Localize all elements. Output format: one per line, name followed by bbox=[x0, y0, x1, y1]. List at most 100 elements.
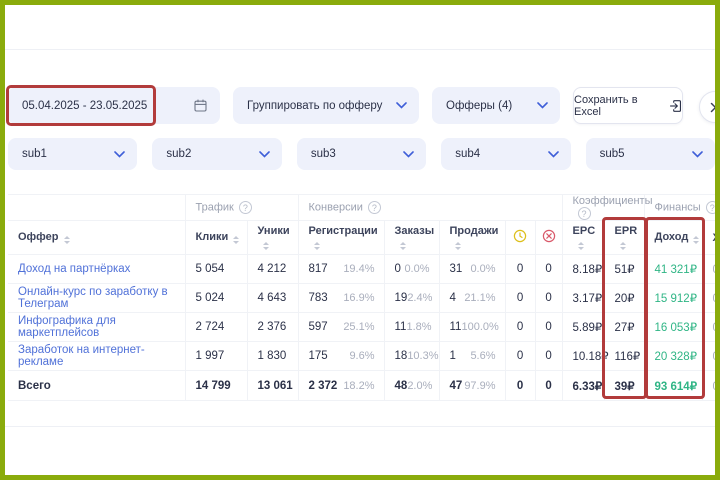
offer-link[interactable]: Доход на партнёрках bbox=[18, 263, 130, 275]
cell-epc: 8.18₽ bbox=[562, 255, 604, 284]
group-header-row: Трафик? Конверсии? Коэффициенты? Финансы… bbox=[8, 195, 720, 221]
chevron-down-icon bbox=[396, 102, 407, 109]
cancel-circle-icon bbox=[542, 229, 556, 243]
stats-table: Трафик? Конверсии? Коэффициенты? Финансы… bbox=[8, 194, 720, 401]
cell-registrations: 817 bbox=[309, 263, 328, 275]
cell-clicks: 5 054 bbox=[185, 255, 247, 284]
col-header-income[interactable]: Доход bbox=[644, 221, 702, 255]
offer-link[interactable]: Заработок на интернет-рекламе bbox=[18, 344, 145, 368]
cell-orders: 18 bbox=[395, 350, 408, 362]
cell-orders-pct: 0.0% bbox=[404, 263, 429, 275]
sub1-select[interactable]: sub1 bbox=[8, 138, 137, 170]
cell-hold: 0₽ bbox=[702, 284, 720, 313]
col-header-hold[interactable]: Холд bbox=[702, 221, 720, 255]
sub3-select[interactable]: sub3 bbox=[297, 138, 426, 170]
sort-icon bbox=[578, 242, 584, 250]
col-hold-label: Холд bbox=[713, 232, 720, 244]
cell-registrations: 175 bbox=[309, 350, 328, 362]
cell-rejected: 0 bbox=[535, 313, 562, 342]
col-header-clicks[interactable]: Клики bbox=[185, 221, 247, 255]
cell-pending: 0 bbox=[505, 255, 535, 284]
col-header-orders[interactable]: Заказы bbox=[384, 221, 439, 255]
col-header-pending[interactable] bbox=[505, 221, 535, 255]
offer-link[interactable]: Инфографика для маркетплейсов bbox=[18, 315, 116, 339]
cell-orders-pct: 1.8% bbox=[406, 321, 431, 333]
cell-orders: 11 bbox=[395, 321, 407, 333]
cell-uniques: 1 830 bbox=[247, 342, 298, 371]
cell-income: 16 053₽ bbox=[644, 313, 702, 342]
sub2-select[interactable]: sub2 bbox=[152, 138, 281, 170]
group-by-select[interactable]: Группировать по офферу bbox=[233, 87, 419, 124]
cell-epc: 6.33₽ bbox=[562, 371, 604, 401]
filter-row-subs: sub1 sub2 sub3 sub4 sub5 bbox=[8, 138, 715, 170]
cell-orders: 48 bbox=[395, 380, 408, 392]
cell-epc: 3.17₽ bbox=[562, 284, 604, 313]
col-registrations-label: Регистрации bbox=[309, 225, 378, 237]
cell-rejected: 0 bbox=[535, 342, 562, 371]
help-icon[interactable]: ? bbox=[706, 201, 719, 214]
help-icon[interactable]: ? bbox=[368, 201, 381, 214]
cell-rejected: 0 bbox=[535, 255, 562, 284]
chevron-down-icon bbox=[548, 151, 559, 158]
sort-icon bbox=[620, 242, 626, 250]
sub2-value: sub2 bbox=[166, 148, 191, 160]
save-excel-button[interactable]: Сохранить в Excel bbox=[573, 87, 683, 124]
cell-epc: 5.89₽ bbox=[562, 313, 604, 342]
offers-select[interactable]: Офферы (4) bbox=[432, 87, 560, 124]
col-header-epc[interactable]: EPC bbox=[562, 221, 604, 255]
cell-income: 41 321₽ bbox=[644, 255, 702, 284]
col-header-registrations[interactable]: Регистрации bbox=[298, 221, 384, 255]
cell-income: 20 328₽ bbox=[644, 342, 702, 371]
clock-icon bbox=[513, 229, 527, 243]
cell-sales: 31 bbox=[450, 263, 463, 275]
help-icon[interactable]: ? bbox=[239, 201, 252, 214]
sort-icon bbox=[64, 236, 70, 244]
col-header-uniques[interactable]: Уники bbox=[247, 221, 298, 255]
col-uniques-label: Уники bbox=[258, 225, 290, 237]
cell-sales: 47 bbox=[450, 380, 463, 392]
group-conversions-label: Конверсии bbox=[309, 202, 363, 214]
table-row: Онлайн-курс по заработку в Телеграм 5 02… bbox=[8, 284, 720, 313]
cell-sales-pct: 100.0% bbox=[461, 321, 498, 333]
cell-orders-pct: 2.4% bbox=[407, 292, 432, 304]
cell-pending: 0 bbox=[505, 371, 535, 401]
cell-registrations: 783 bbox=[309, 292, 328, 304]
table-row: Доход на партнёрках 5 054 4 212 81719.4%… bbox=[8, 255, 720, 284]
dashboard-screen: 05.04.2025 - 23.05.2025 Группировать по … bbox=[0, 0, 720, 480]
group-traffic-label: Трафик bbox=[196, 202, 234, 214]
bottom-divider bbox=[5, 426, 715, 427]
col-header-epr[interactable]: EPR bbox=[604, 221, 644, 255]
cell-epr: 27₽ bbox=[604, 313, 644, 342]
help-icon[interactable]: ? bbox=[578, 207, 591, 220]
col-header-offer[interactable]: Оффер bbox=[8, 221, 185, 255]
cell-registrations-pct: 18.2% bbox=[343, 380, 374, 392]
col-epr-label: EPR bbox=[615, 225, 638, 237]
col-income-label: Доход bbox=[655, 231, 689, 243]
group-conversions: Конверсии? bbox=[298, 195, 562, 221]
cell-registrations: 597 bbox=[309, 321, 328, 333]
cell-uniques: 13 061 bbox=[247, 371, 298, 401]
sort-icon bbox=[455, 242, 461, 250]
cell-sales: 4 bbox=[450, 292, 456, 304]
filter-row-primary: 05.04.2025 - 23.05.2025 Группировать по … bbox=[8, 87, 715, 124]
cell-clicks: 1 997 bbox=[185, 342, 247, 371]
sort-icon bbox=[233, 236, 239, 244]
sub5-select[interactable]: sub5 bbox=[586, 138, 715, 170]
cell-epr: 51₽ bbox=[604, 255, 644, 284]
cell-income: 93 614₽ bbox=[644, 371, 702, 401]
date-range-picker[interactable]: 05.04.2025 - 23.05.2025 bbox=[8, 87, 220, 124]
cell-pending: 0 bbox=[505, 284, 535, 313]
chevron-down-icon bbox=[692, 151, 703, 158]
col-offer-label: Оффер bbox=[18, 231, 59, 243]
offer-link[interactable]: Онлайн-курс по заработку в Телеграм bbox=[18, 286, 168, 310]
cell-registrations-pct: 25.1% bbox=[343, 321, 374, 333]
cell-hold: 0₽ bbox=[702, 342, 720, 371]
cell-hold: 0₽ bbox=[702, 371, 720, 401]
col-orders-label: Заказы bbox=[395, 225, 435, 237]
sort-icon bbox=[693, 236, 699, 244]
offers-value: Офферы (4) bbox=[446, 100, 512, 112]
group-finances-label: Финансы bbox=[655, 202, 701, 214]
col-header-rejected[interactable] bbox=[535, 221, 562, 255]
col-header-sales[interactable]: Продажи bbox=[439, 221, 505, 255]
sub4-select[interactable]: sub4 bbox=[441, 138, 570, 170]
